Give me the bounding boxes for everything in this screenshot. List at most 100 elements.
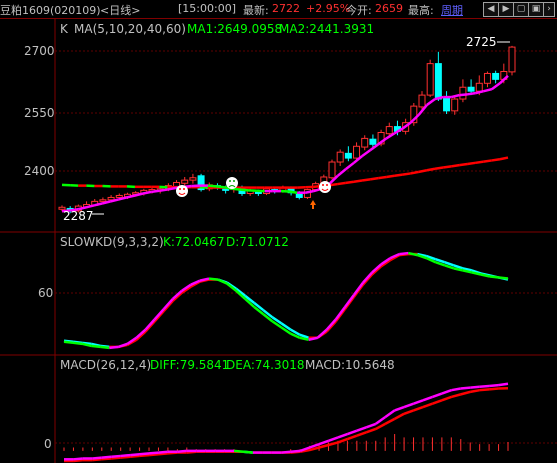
ma2-line: [467, 161, 476, 166]
macd-diff-line: [460, 386, 471, 390]
candle-body: [369, 138, 377, 145]
macd-dea-line: [337, 437, 348, 444]
macd-diff-line: [498, 382, 509, 387]
kd-d-value: D:71.0712: [226, 235, 289, 249]
macd-dea-line: [413, 405, 424, 412]
candle-body: [483, 72, 491, 84]
macd-diff-line: [139, 452, 150, 456]
kd-k-line: [489, 275, 500, 279]
macd-diff-line: [92, 456, 102, 460]
open-label: 今开:: [346, 4, 372, 17]
ma1-line: [491, 82, 501, 91]
macd-diff-line: [375, 416, 386, 425]
arrow-right-small-icon[interactable]: ›: [543, 2, 555, 17]
macd-dea-line: [469, 388, 480, 394]
ma1-line: [345, 161, 355, 171]
ma1-line: [336, 168, 347, 177]
ma1-line: [232, 187, 241, 191]
candle-body: [475, 82, 483, 92]
macd-diff-line: [130, 453, 140, 457]
ma1-line: [369, 143, 379, 152]
kd-k-value: K:72.0467: [163, 235, 225, 249]
ma1-value: MA1:2649.0958: [187, 22, 282, 36]
kd-k-line: [109, 345, 119, 350]
candle-body: [353, 145, 361, 159]
kd-k-line: [498, 276, 509, 280]
macd-dea-line: [450, 393, 462, 399]
macd-dea-line: [318, 443, 329, 449]
macd-dea-line: [460, 390, 471, 396]
high-label: 最高:: [408, 4, 434, 17]
stock-name: 豆粕1609(020109): [0, 4, 101, 17]
macd-diff-line: [422, 395, 433, 402]
macd-diff-line: [470, 385, 480, 389]
candle-body: [426, 63, 434, 96]
ma1-line: [207, 184, 217, 188]
week-link[interactable]: 周期: [441, 2, 463, 18]
min-price-label: 2287: [63, 209, 94, 223]
candle-body: [443, 97, 451, 112]
macd-dea-line: [375, 422, 386, 431]
macd-diff-line: [233, 449, 244, 453]
arrow-right-icon[interactable]: ▶: [498, 2, 514, 17]
period-label: <日线>: [100, 4, 141, 17]
macd-diff-line: [111, 454, 121, 459]
macd-diff-line: [148, 451, 159, 455]
macd-diff-line: [365, 422, 377, 429]
macd-dea-line: [365, 427, 377, 434]
macd-diff-line: [158, 450, 169, 454]
candle-body: [385, 126, 393, 135]
candle-body: [181, 179, 189, 184]
stock-chart: 2700 2550 2400 60 0 K MA(5,10,20,40,60) …: [0, 18, 557, 463]
open-price: 2659: [375, 2, 403, 15]
macd-label: MACD(26,12,4): [60, 358, 151, 372]
macd-diff-line: [328, 436, 339, 442]
zoom-out-icon[interactable]: ▢: [513, 2, 529, 17]
ma2-line: [483, 159, 492, 163]
arrow-left-icon[interactable]: ◀: [483, 2, 499, 17]
max-price-label: 2725: [466, 35, 497, 49]
macd-diff-line: [337, 432, 348, 439]
ma2-line: [378, 175, 387, 180]
candle-body: [361, 137, 369, 148]
ma2-line: [459, 162, 468, 167]
latest-label: 最新:: [243, 4, 269, 17]
macd-diff-line: [101, 455, 112, 459]
ytick-2550: 2550: [24, 106, 55, 120]
ma2-line: [434, 166, 444, 170]
kd-label: SLOWKD(9,3,3,2): [60, 235, 164, 249]
zoom-in-icon[interactable]: ▣: [528, 2, 544, 17]
macd-dea-line: [441, 395, 452, 402]
macd-diff-line: [403, 402, 414, 409]
ma1-line: [426, 98, 436, 106]
ma1-line: [240, 188, 249, 192]
candle-body: [107, 196, 115, 201]
candle-body: [173, 181, 181, 187]
candle-body: [328, 161, 336, 179]
ma1-line: [361, 149, 371, 158]
candle-body: [99, 199, 107, 202]
ma2-line: [475, 160, 484, 165]
ma2-line: [426, 167, 436, 172]
macd-diff-value: DIFF:79.5841: [150, 358, 229, 372]
ma2-line: [353, 179, 363, 183]
candle-body: [336, 151, 344, 163]
macd-dea-line: [356, 431, 367, 437]
ytick-2400: 2400: [24, 164, 55, 178]
kd-k-line: [334, 306, 346, 321]
ma2-line: [499, 156, 509, 161]
ma2-line: [442, 165, 452, 169]
title-bar: 豆粕1609(020109) <日线> [15:00:00] 最新: 2722 …: [0, 0, 557, 19]
macd-dea-line: [432, 399, 443, 405]
macd-histogram: [63, 434, 509, 451]
ma1-line: [467, 91, 476, 96]
smiley-icon: [319, 181, 331, 193]
macd-diff-line: [243, 450, 254, 454]
ma1-line: [142, 190, 152, 195]
candle-body: [492, 72, 500, 80]
ma2-value: MA2:2441.3931: [279, 22, 374, 36]
macd-dea-line: [488, 387, 499, 391]
change-percent: +2.95%: [306, 2, 351, 15]
ma2-line: [369, 176, 379, 181]
ma1-line: [288, 190, 298, 194]
